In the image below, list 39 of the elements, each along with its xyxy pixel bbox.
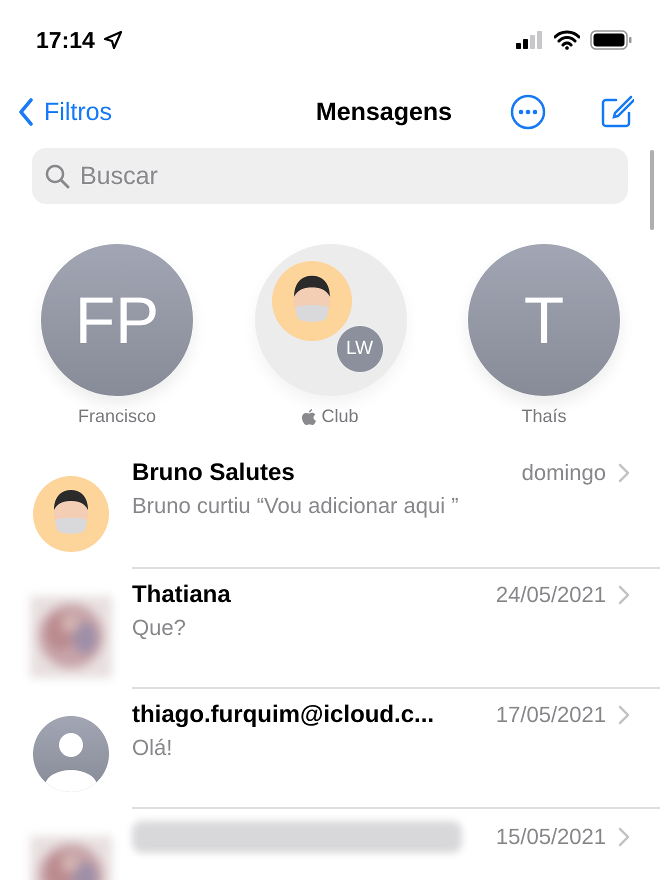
message-date: 17/05/2021: [496, 702, 606, 728]
battery-icon: [590, 30, 632, 50]
location-arrow-icon: [102, 30, 123, 50]
pinned-name: Francisco: [78, 406, 156, 427]
chevron-icon: [618, 827, 630, 847]
signal-icon: [516, 31, 544, 49]
avatar-figure-icon: [272, 261, 352, 341]
contact-name: Bruno Salutes: [132, 459, 295, 487]
chevron-icon: [618, 585, 630, 605]
status-time: 17:14: [36, 26, 95, 54]
message-preview: Bruno curtiu “Vou adicionar aqui ”: [132, 493, 460, 519]
more-button[interactable]: [510, 94, 546, 130]
person-icon: [33, 716, 109, 792]
ellipsis-icon: [510, 94, 546, 130]
apple-icon: [302, 408, 316, 424]
chevron-icon: [618, 463, 630, 483]
message-date: domingo: [522, 460, 606, 486]
message-preview: Olá!: [132, 735, 174, 761]
compose-button[interactable]: [600, 95, 634, 129]
contact-name: thiago.furquim@icloud.c...: [132, 701, 434, 729]
avatar-figure-icon: [33, 476, 109, 552]
compose-icon: [600, 95, 634, 129]
wifi-icon: [554, 30, 580, 50]
pinned-name: Club: [302, 406, 359, 427]
search-field[interactable]: Buscar: [32, 148, 628, 204]
pinned-name: Thaís: [521, 406, 567, 427]
pinned-avatar[interactable]: FP: [41, 244, 193, 396]
screen-title: Mensagens: [314, 98, 454, 126]
pinned-avatar[interactable]: T: [468, 244, 620, 396]
group-avatar[interactable]: LW: [254, 244, 406, 396]
initials-badge: LW: [336, 326, 382, 372]
search-icon: [44, 163, 70, 189]
chevron-icon: [618, 705, 630, 725]
contact-name: Thatiana: [132, 581, 231, 609]
message-date: 24/05/2021: [496, 582, 606, 608]
back-link[interactable]: Filtros: [18, 98, 218, 126]
message-date: 15/05/2021: [496, 824, 606, 850]
message-preview: Que?: [132, 615, 187, 641]
back-chevron-icon: [18, 98, 34, 126]
